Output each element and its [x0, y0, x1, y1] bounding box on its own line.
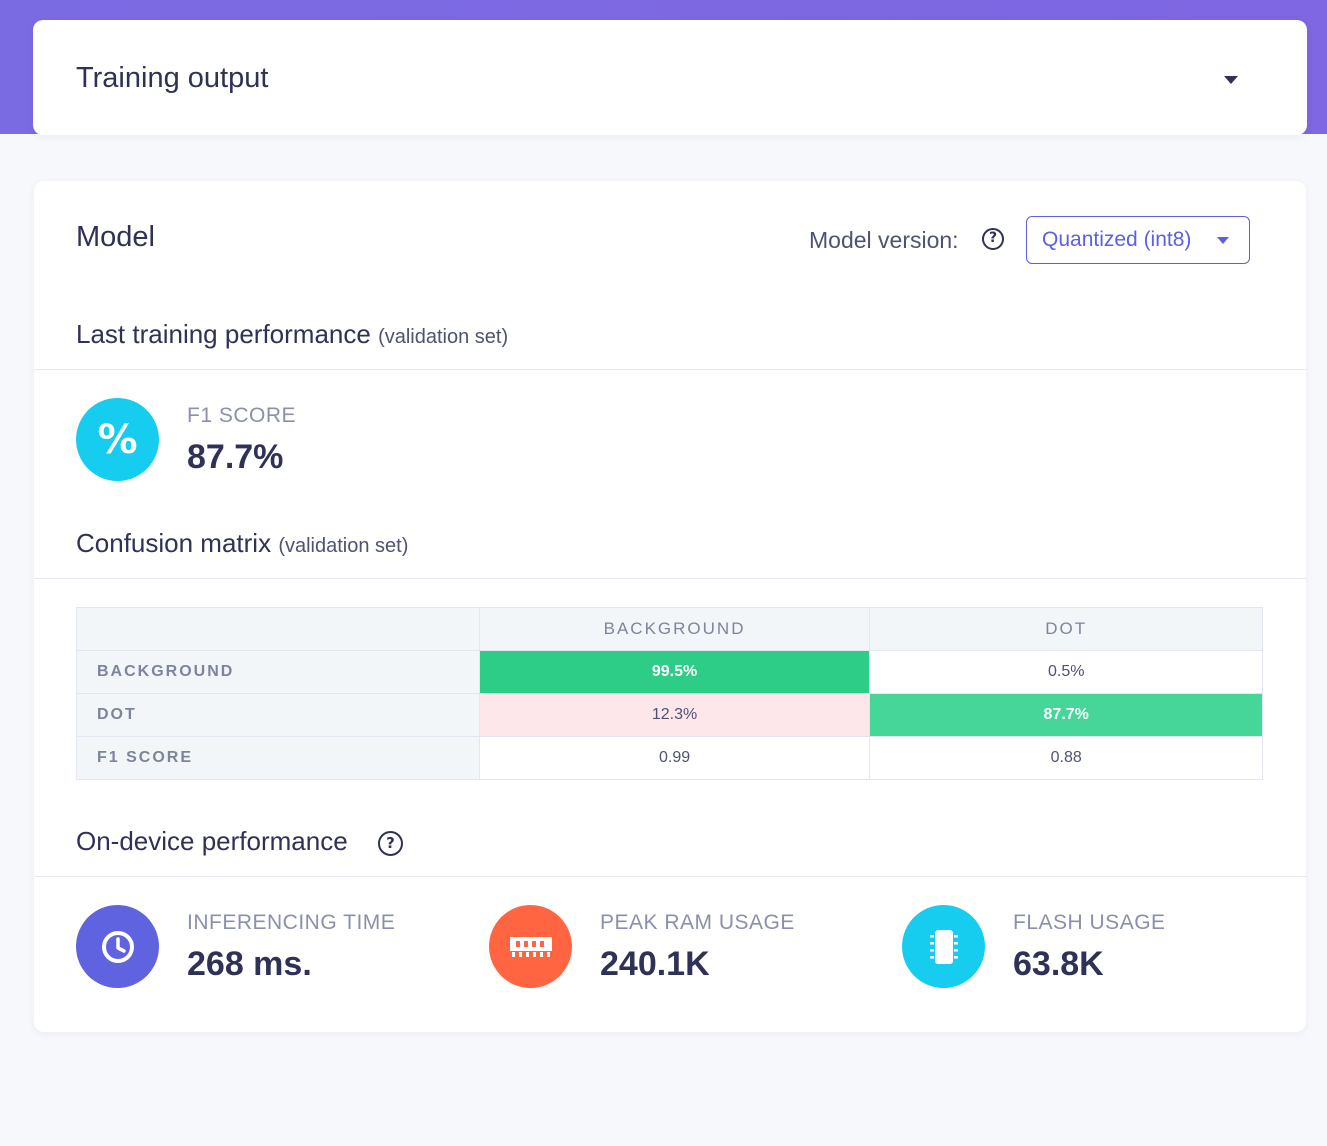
row-header: DOT [76, 693, 480, 737]
inferencing-time-label: INFERENCING TIME [187, 911, 396, 934]
matrix-cell: 0.88 [869, 736, 1263, 780]
table-row: BACKGROUND 99.5% 0.5% [76, 650, 1263, 694]
divider [34, 876, 1306, 877]
divider [34, 578, 1306, 579]
row-header: BACKGROUND [76, 650, 480, 694]
model-version-select[interactable]: Quantized (int8) [1026, 216, 1250, 264]
peak-ram-label: PEAK RAM USAGE [600, 911, 795, 934]
ram-icon [489, 905, 572, 988]
last-training-subtitle: (validation set) [378, 326, 509, 348]
on-device-title: On-device performance [76, 826, 348, 856]
flash-usage-value: 63.8K [1013, 945, 1104, 983]
row-header: F1 SCORE [76, 736, 480, 780]
matrix-cell: 0.99 [478, 736, 871, 780]
flash-usage-label: FLASH USAGE [1013, 911, 1166, 934]
confusion-matrix-title: Confusion matrix [76, 528, 272, 558]
table-row: F1 SCORE 0.99 0.88 [76, 736, 1263, 780]
clock-icon [76, 905, 159, 988]
model-card: Model Model version: ? Quantized (int8) … [34, 181, 1306, 1032]
matrix-cell: 87.7% [869, 693, 1263, 737]
column-header: BACKGROUND [478, 607, 871, 651]
model-version-label: Model version: [809, 227, 959, 253]
last-training-title: Last training performance [76, 319, 371, 349]
model-version-help-icon[interactable]: ? [982, 228, 1004, 250]
f1-score-label: F1 SCORE [187, 404, 297, 427]
on-device-heading: On-device performance [76, 826, 348, 857]
model-version-value: Quantized (int8) [1042, 228, 1192, 251]
peak-ram-value: 240.1K [600, 945, 710, 983]
chevron-down-icon [1217, 237, 1229, 244]
table-row: DOT 12.3% 87.7% [76, 693, 1263, 737]
training-output-title: Training output [76, 62, 269, 94]
divider [34, 369, 1306, 370]
inferencing-time-value: 268 ms. [187, 945, 312, 983]
percent-icon: % [76, 398, 159, 481]
matrix-cell: 99.5% [478, 650, 871, 694]
last-training-heading: Last training performance (validation se… [76, 319, 508, 350]
confusion-matrix-heading: Confusion matrix (validation set) [76, 528, 408, 559]
confusion-matrix-table: BACKGROUND DOT BACKGROUND 99.5% 0.5% DOT… [76, 607, 1263, 780]
matrix-cell: 0.5% [869, 650, 1263, 694]
model-title: Model [76, 221, 155, 253]
f1-score-value: 87.7% [187, 438, 284, 476]
collapse-toggle-icon[interactable] [1224, 76, 1238, 84]
matrix-cell: 12.3% [478, 693, 871, 737]
column-header: DOT [869, 607, 1263, 651]
table-corner-cell [76, 607, 480, 651]
chip-icon [902, 905, 985, 988]
training-output-card: Training output [33, 20, 1307, 135]
confusion-matrix-subtitle: (validation set) [278, 535, 409, 557]
on-device-help-icon[interactable]: ? [378, 831, 403, 856]
table-header-row: BACKGROUND DOT [76, 607, 1263, 651]
